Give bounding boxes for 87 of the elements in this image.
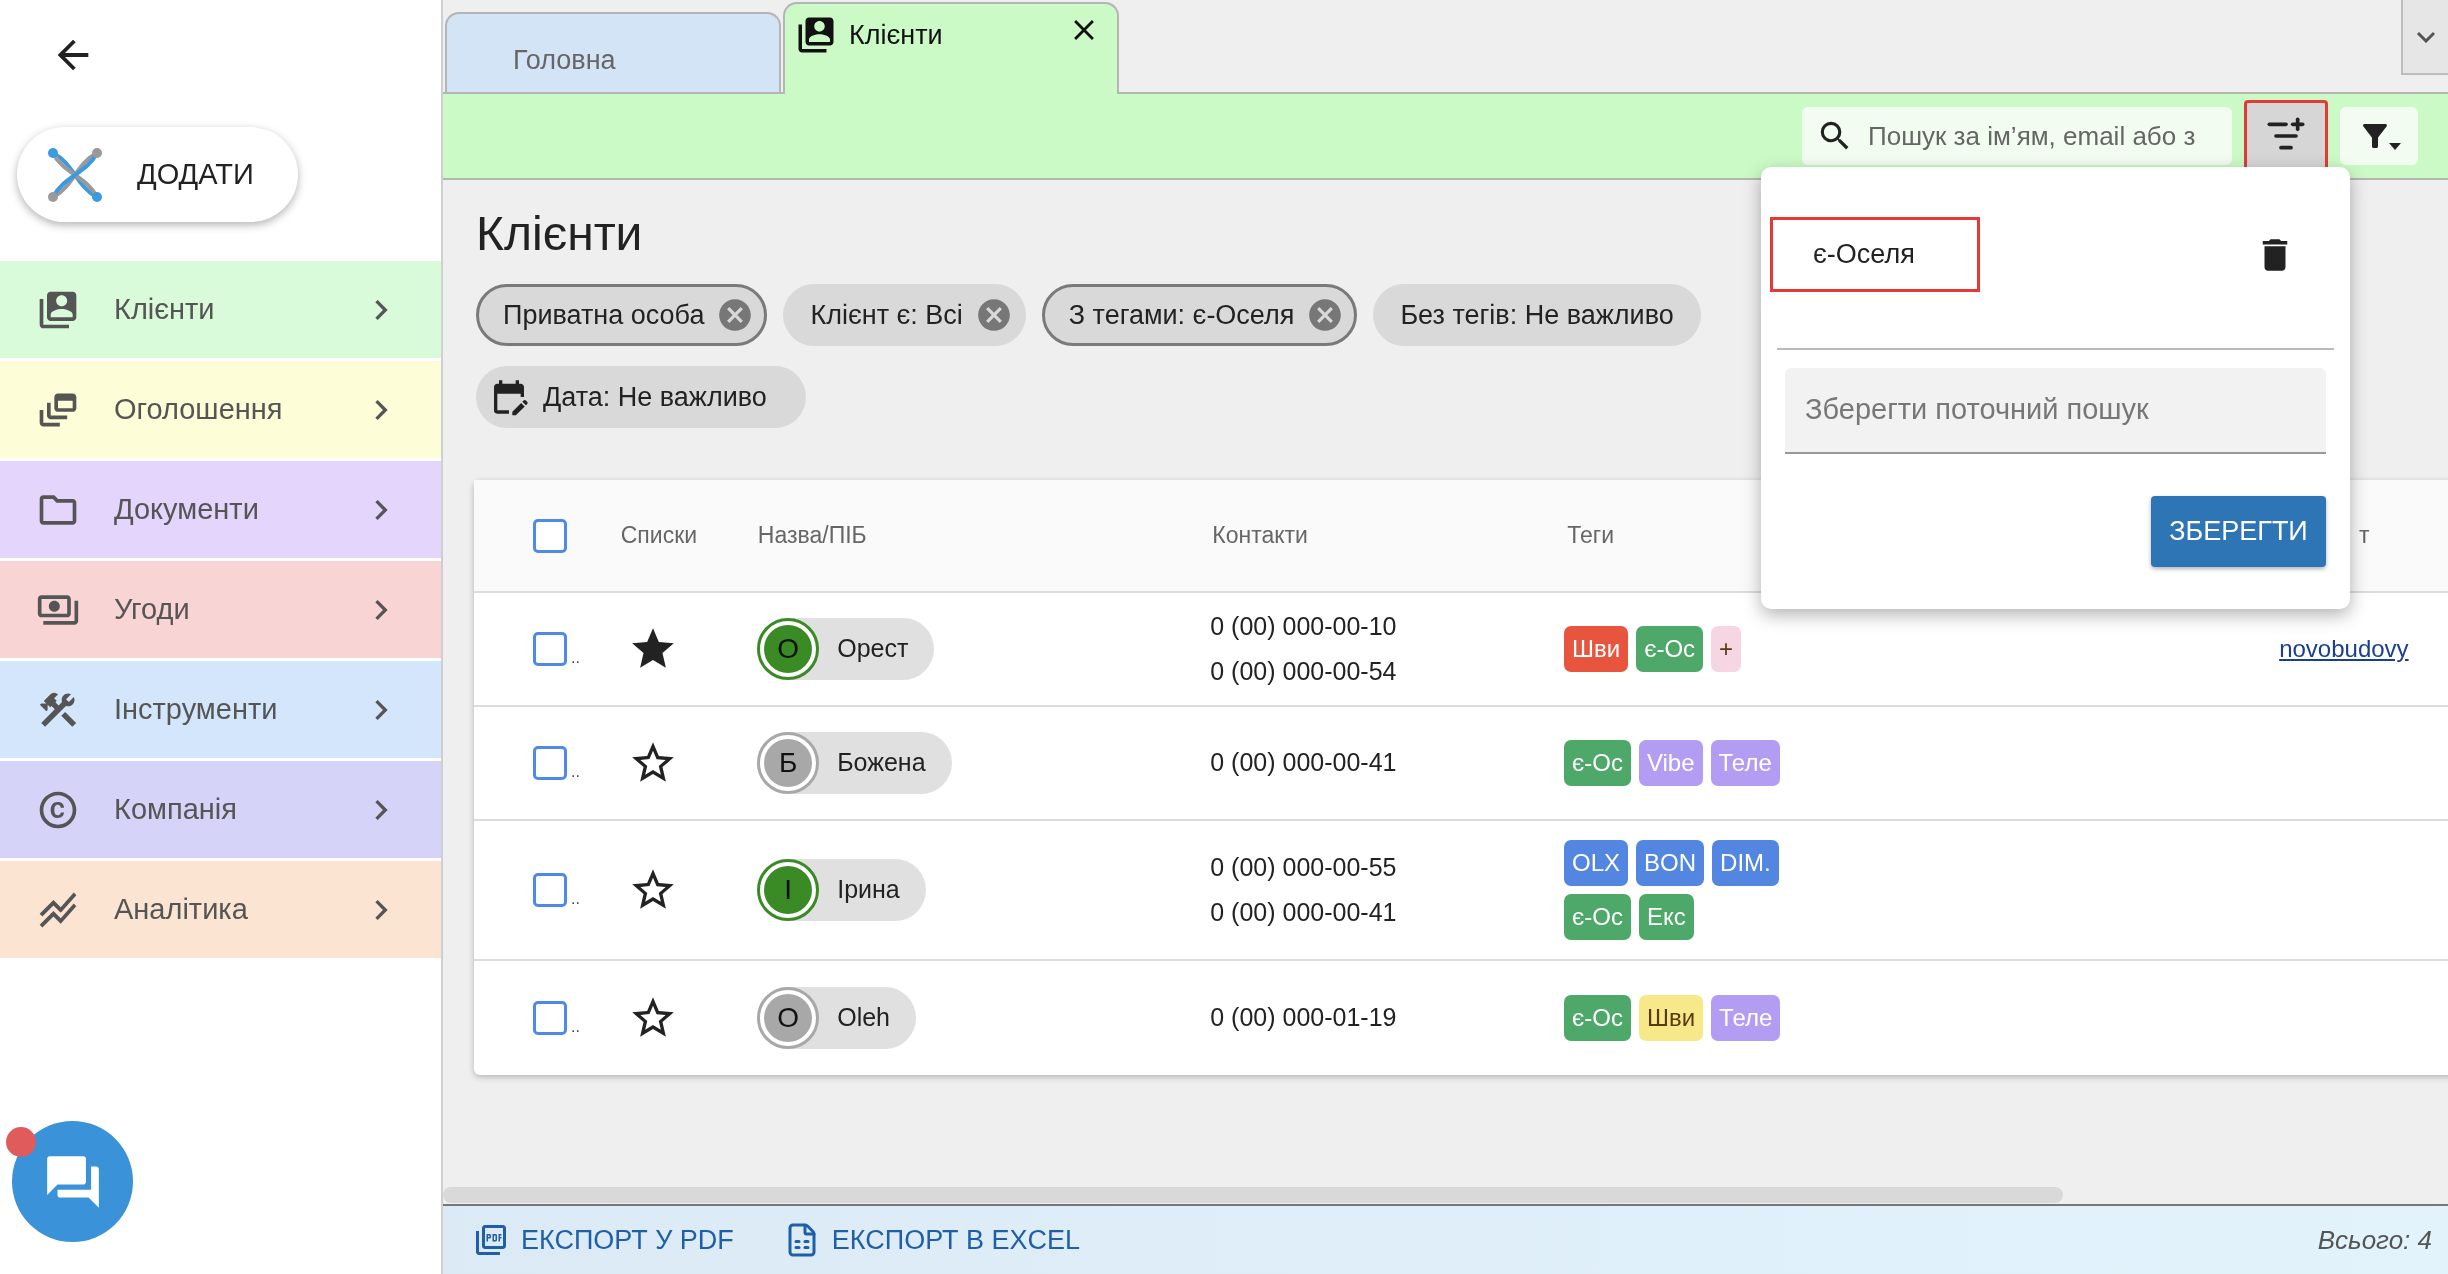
nav-item[interactable]: Угоди — [0, 561, 441, 658]
avatar-initial: О — [777, 632, 800, 666]
nav-item[interactable]: Документи — [0, 461, 441, 558]
search-field[interactable]: Пошук за ім’ям, email або з — [1802, 107, 2232, 165]
table-row[interactable]: .. Б Божена 0 (00) 000-00-41 є-Ос Vibe Теле — [474, 707, 2448, 821]
row-marker: .. — [571, 891, 580, 907]
nav-label: Аналітика — [114, 891, 249, 927]
saved-search-item[interactable]: є-Оселя — [1770, 217, 1980, 292]
tag[interactable]: Шви — [1564, 626, 1629, 672]
tag[interactable]: Шви — [1638, 995, 1704, 1041]
chip-label: З тегами: є-Оселя — [1068, 298, 1295, 332]
table-row[interactable]: .. O Oleh 0 (00) 000-01-19 є-Ос Шви Теле — [474, 961, 2448, 1075]
client-name-chip[interactable]: Б Божена — [757, 732, 952, 794]
nav-label: Компанія — [114, 791, 238, 827]
tag[interactable]: + — [1711, 626, 1742, 672]
nav-item[interactable]: Компанія — [0, 761, 441, 858]
avatar-initial: І — [784, 873, 793, 907]
chip-label: Приватна особа — [503, 298, 705, 332]
scrollbar-thumb[interactable] — [443, 1187, 2063, 1203]
search-name-field[interactable]: Зберегти поточний пошук — [1785, 368, 2326, 454]
row-marker: .. — [571, 1019, 580, 1035]
chevron-down-icon — [2415, 30, 2436, 43]
chip-label: Клієнт є: Всі — [810, 298, 963, 332]
phone-number: 0 (00) 000-01-19 — [1210, 1002, 1397, 1034]
client-name: Oleh — [837, 1002, 890, 1034]
column-header: Контакти — [1212, 522, 1308, 549]
filter-chip[interactable]: Клієнт є: Всі — [783, 284, 1026, 346]
chip-label: Без тегів: Не важливо — [1400, 298, 1674, 332]
nav-label: Угоди — [114, 591, 191, 627]
tab[interactable]: Головна — [445, 12, 781, 92]
checkbox[interactable] — [533, 518, 567, 553]
site-link[interactable]: novobudovy — [2279, 635, 2409, 663]
client-name-chip[interactable]: O Oleh — [757, 987, 916, 1049]
filter-button[interactable] — [2340, 107, 2418, 165]
column-header: т — [2359, 522, 2370, 549]
client-name-chip[interactable]: І Ірина — [757, 859, 926, 921]
save-button[interactable]: ЗБЕРЕГТИ — [2151, 496, 2326, 567]
export-button[interactable]: ЕКСПОРТ В EXCEL — [783, 1219, 1080, 1261]
chip-label: Дата: Не важливо — [543, 380, 767, 414]
filter-chip[interactable]: З тегами: є-Оселя — [1041, 284, 1358, 346]
checkbox[interactable] — [533, 746, 567, 780]
client-name: Орест — [837, 633, 909, 665]
nav-label: Документи — [114, 491, 260, 527]
column-header: Назва/ПІБ — [757, 522, 867, 549]
table-row[interactable]: .. І Ірина 0 (00) 000-00-55 0 (00) 000-00-41 OLX BON DIM. є-Ос Екс — [474, 821, 2448, 961]
tag[interactable]: BON — [1636, 840, 1705, 886]
tag[interactable]: DIM. — [1712, 840, 1779, 886]
tag[interactable]: OLX — [1564, 840, 1629, 886]
column-header: Списки — [620, 522, 698, 549]
nav-label: Інструменти — [114, 691, 279, 727]
filter-chip[interactable]: Приватна особа — [476, 284, 768, 346]
checkbox[interactable] — [533, 632, 567, 666]
page-title: Клієнти — [476, 210, 643, 258]
checkbox[interactable] — [533, 1001, 567, 1035]
nav-item[interactable]: Клієнти — [0, 261, 441, 358]
row-marker: .. — [571, 650, 580, 666]
phone-number: 0 (00) 000-00-41 — [1210, 897, 1397, 928]
nav-label: Клієнти — [114, 291, 216, 327]
column-header: Теги — [1567, 522, 1614, 549]
search-name-input[interactable]: Зберегти поточний пошук — [1805, 388, 2306, 432]
avatar-initial: Б — [779, 746, 798, 780]
phone-number: 0 (00) 000-00-41 — [1210, 747, 1397, 779]
client-name: Ірина — [837, 874, 900, 906]
nav-item[interactable]: Аналітика — [0, 861, 441, 958]
filter-chip[interactable]: Дата: Не важливо — [476, 366, 806, 428]
tab[interactable]: Клієнти — [783, 2, 1119, 94]
caret-icon — [2389, 142, 2401, 150]
pdf-file-icon — [473, 1222, 509, 1258]
client-name-chip[interactable]: О Орест — [757, 618, 935, 680]
avatar-initial: O — [777, 1001, 800, 1035]
add-button[interactable]: ДОДАТИ — [17, 127, 298, 222]
checkbox[interactable] — [533, 873, 567, 907]
nav-label: Оголошення — [114, 391, 284, 427]
phone-number: 0 (00) 000-00-55 — [1210, 851, 1397, 883]
client-name: Божена — [837, 747, 926, 779]
total-count: Всього: 4 — [2317, 1223, 2432, 1257]
dropdown-button[interactable] — [2401, 0, 2448, 75]
nav-item[interactable]: Інструменти — [0, 661, 441, 758]
row-marker: .. — [571, 764, 580, 780]
phone-number: 0 (00) 000-00-54 — [1210, 656, 1397, 687]
phone-number: 0 (00) 000-00-10 — [1210, 610, 1397, 642]
search-input[interactable]: Пошук за ім’ям, email або з — [1868, 116, 2232, 156]
tab-label: Клієнти — [849, 18, 944, 52]
tab-label: Головна — [513, 43, 617, 77]
export-button[interactable]: ЕКСПОРТ У PDF — [473, 1219, 734, 1261]
nav-item[interactable]: Оголошення — [0, 361, 441, 458]
filter-chip[interactable]: Без тегів: Не важливо — [1373, 284, 1701, 346]
